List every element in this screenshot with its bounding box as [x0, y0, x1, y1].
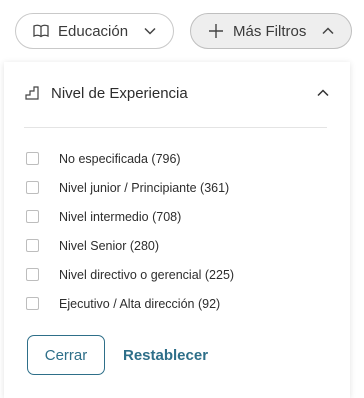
option-label: No especificada (796) — [59, 151, 181, 166]
option-intermedio[interactable]: Nivel intermedio (708) — [26, 202, 326, 231]
experience-section-title: Nivel de Experiencia — [51, 84, 188, 102]
collapse-chevron-icon[interactable] — [316, 86, 330, 100]
panel-actions: Cerrar Restablecer — [27, 335, 208, 375]
option-no-especificada[interactable]: No especificada (796) — [26, 144, 326, 173]
checkbox[interactable] — [26, 181, 39, 194]
option-label: Nivel directivo o gerencial (225) — [59, 267, 235, 282]
close-button[interactable]: Cerrar — [27, 335, 105, 375]
option-label: Ejecutivo / Alta dirección (92) — [59, 296, 221, 311]
experience-options-list: No especificada (796) Nivel junior / Pri… — [26, 144, 326, 318]
stairs-icon — [24, 85, 40, 101]
chevron-down-icon — [143, 24, 157, 38]
more-filters-button[interactable]: Más Filtros — [190, 13, 352, 49]
plus-icon — [208, 23, 224, 39]
section-divider — [24, 127, 327, 128]
experience-section-header[interactable]: Nivel de Experiencia — [24, 80, 330, 106]
filter-bar: Educación Más Filtros — [0, 0, 364, 62]
checkbox[interactable] — [26, 210, 39, 223]
option-senior[interactable]: Nivel Senior (280) — [26, 231, 326, 260]
filters-dropdown-panel: Nivel de Experiencia No especificada (79… — [4, 62, 350, 398]
option-directivo[interactable]: Nivel directivo o gerencial (225) — [26, 260, 326, 289]
checkbox[interactable] — [26, 268, 39, 281]
checkbox[interactable] — [26, 297, 39, 310]
more-filters-label: Más Filtros — [233, 22, 307, 40]
option-label: Nivel junior / Principiante (361) — [59, 180, 230, 195]
checkbox[interactable] — [26, 152, 39, 165]
education-filter-button[interactable]: Educación — [15, 13, 174, 49]
option-label: Nivel Senior (280) — [59, 238, 160, 253]
option-label: Nivel intermedio (708) — [59, 209, 182, 224]
chevron-up-icon — [321, 24, 335, 38]
book-icon — [33, 23, 49, 39]
option-ejecutivo[interactable]: Ejecutivo / Alta dirección (92) — [26, 289, 326, 318]
checkbox[interactable] — [26, 239, 39, 252]
education-filter-label: Educación — [58, 22, 129, 40]
option-junior[interactable]: Nivel junior / Principiante (361) — [26, 173, 326, 202]
reset-button[interactable]: Restablecer — [123, 347, 208, 364]
